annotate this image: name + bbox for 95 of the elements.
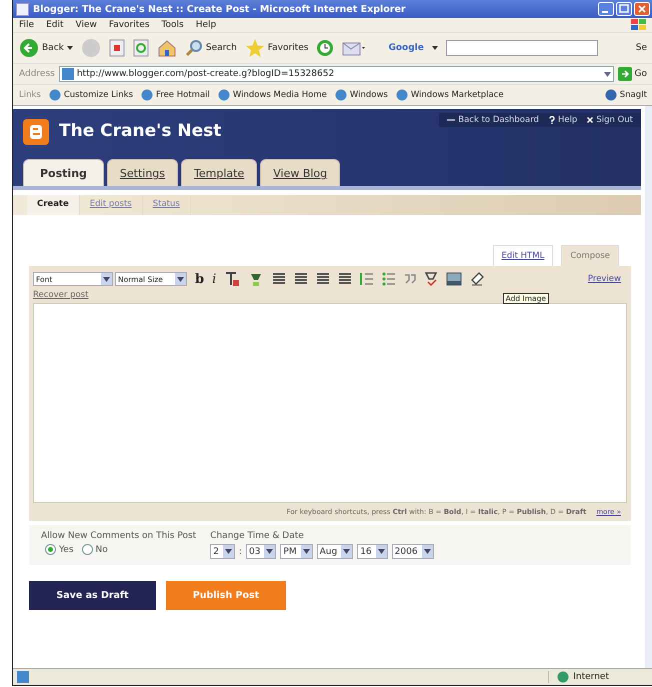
window-title: Blogger: The Crane's Nest :: Create Post - Microsoft Internet Explorer bbox=[33, 4, 407, 14]
numbered-list-icon[interactable] bbox=[360, 272, 374, 286]
google-label[interactable]: Google bbox=[388, 43, 424, 53]
save-draft-button[interactable]: Save as Draft bbox=[29, 581, 156, 610]
blog-title: The Crane's Nest bbox=[59, 121, 222, 141]
caret-icon[interactable] bbox=[66, 46, 73, 50]
menu-item[interactable]: Edit bbox=[46, 20, 64, 30]
toolbar-button[interactable]: Se bbox=[636, 43, 647, 53]
nav-link[interactable]: Sign Out bbox=[587, 115, 633, 125]
menu-item[interactable]: Help bbox=[196, 20, 216, 30]
caret-icon[interactable] bbox=[343, 549, 350, 554]
radio-button[interactable] bbox=[45, 544, 56, 555]
time-separator: : bbox=[238, 546, 242, 556]
security-zone: Internet bbox=[548, 671, 649, 683]
preview-link[interactable]: Preview bbox=[588, 274, 621, 284]
justify-icon[interactable] bbox=[338, 272, 352, 286]
close-icon bbox=[587, 117, 594, 123]
search-icon bbox=[184, 39, 203, 57]
bold-button[interactable]: b bbox=[195, 272, 204, 286]
comments-label: Allow New Comments on This Post bbox=[41, 531, 196, 541]
bullet-list-icon[interactable] bbox=[382, 272, 396, 286]
snagit-button[interactable]: SnagIt bbox=[604, 89, 647, 101]
mode-tab[interactable]: Compose bbox=[561, 245, 619, 266]
link-item[interactable]: Windows Media Home bbox=[218, 89, 327, 101]
nav-link[interactable]: Help bbox=[548, 115, 578, 125]
caret-icon[interactable] bbox=[604, 72, 611, 76]
subtab[interactable]: Create bbox=[27, 195, 80, 215]
search-button[interactable]: Search bbox=[184, 39, 237, 57]
date-select[interactable]: 2006 bbox=[392, 544, 434, 559]
tab[interactable]: Template bbox=[181, 159, 258, 186]
caret-icon[interactable] bbox=[302, 549, 310, 554]
menu-item[interactable]: Favorites bbox=[108, 20, 150, 30]
tab[interactable]: Settings bbox=[106, 159, 178, 186]
menu-item[interactable]: File bbox=[19, 20, 34, 30]
radio-option[interactable]: Yes bbox=[45, 544, 74, 555]
go-button[interactable]: Go bbox=[618, 67, 647, 81]
date-select[interactable]: 03 bbox=[246, 544, 276, 559]
date-select[interactable]: 16 bbox=[357, 544, 388, 559]
minimize-button[interactable] bbox=[598, 2, 614, 16]
address-label: Address bbox=[19, 69, 55, 79]
radio-button[interactable] bbox=[82, 544, 93, 555]
align-right-icon[interactable] bbox=[316, 272, 330, 286]
italic-button[interactable]: i bbox=[212, 272, 216, 286]
date-label: Change Time & Date bbox=[210, 531, 305, 541]
caret-icon[interactable] bbox=[432, 46, 438, 50]
menu-item[interactable]: Tools bbox=[162, 20, 184, 30]
google-search-field[interactable] bbox=[446, 40, 598, 56]
recover-post-link[interactable]: Recover post bbox=[33, 290, 88, 300]
quote-icon[interactable] bbox=[404, 274, 416, 284]
date-select[interactable]: PM bbox=[280, 544, 313, 559]
caret-icon[interactable] bbox=[224, 549, 232, 554]
caret-icon[interactable] bbox=[177, 276, 184, 282]
maximize-button[interactable] bbox=[616, 2, 632, 16]
stop-icon[interactable] bbox=[108, 39, 125, 57]
star-icon bbox=[244, 38, 265, 58]
go-arrow-icon bbox=[618, 67, 632, 81]
help-icon bbox=[548, 116, 555, 124]
close-button[interactable] bbox=[634, 2, 650, 16]
align-center-icon[interactable] bbox=[294, 272, 308, 286]
caret-icon[interactable] bbox=[103, 276, 110, 282]
caret-icon[interactable] bbox=[378, 549, 385, 554]
image-icon[interactable] bbox=[446, 272, 462, 286]
windows-logo-icon bbox=[631, 19, 647, 31]
tab[interactable]: Posting bbox=[23, 159, 104, 186]
radio-option[interactable]: No bbox=[82, 544, 108, 555]
dash-icon bbox=[447, 117, 456, 123]
page-icon bbox=[62, 68, 74, 80]
date-select[interactable]: Aug bbox=[316, 544, 354, 559]
text-color-icon[interactable] bbox=[224, 271, 240, 287]
date-select[interactable]: 2 bbox=[210, 544, 235, 559]
link-item[interactable]: Free Hotmail bbox=[141, 89, 210, 101]
link-item[interactable]: Customize Links bbox=[48, 89, 133, 101]
align-left-icon[interactable] bbox=[272, 272, 286, 286]
menu-item[interactable]: View bbox=[76, 20, 97, 30]
caret-icon[interactable] bbox=[424, 549, 431, 554]
blog-logo-icon bbox=[23, 119, 49, 145]
links-label: Links bbox=[19, 90, 41, 100]
spell-check-icon[interactable] bbox=[424, 271, 438, 287]
page-status-icon bbox=[17, 671, 29, 683]
history-icon[interactable] bbox=[316, 39, 334, 57]
address-field[interactable]: http://www.blogger.com/post-create.g?blogID=15328652 bbox=[58, 66, 614, 82]
nav-link[interactable]: Back to Dashboard bbox=[447, 115, 539, 125]
circle-icon bbox=[604, 89, 617, 101]
home-icon[interactable] bbox=[156, 39, 177, 57]
eraser-icon[interactable] bbox=[470, 272, 484, 286]
mode-tab[interactable]: Edit HTML bbox=[492, 245, 554, 266]
back-button[interactable]: Back bbox=[19, 38, 73, 58]
tab[interactable]: View Blog bbox=[260, 159, 340, 186]
post-body-field[interactable] bbox=[33, 303, 627, 503]
page-icon bbox=[16, 2, 29, 16]
link-item[interactable]: Windows Marketplace bbox=[396, 89, 504, 101]
caret-icon[interactable] bbox=[266, 549, 274, 554]
link-item[interactable]: Windows bbox=[334, 89, 388, 101]
refresh-icon[interactable] bbox=[132, 39, 149, 57]
favorites-button[interactable]: Favorites bbox=[244, 38, 308, 58]
